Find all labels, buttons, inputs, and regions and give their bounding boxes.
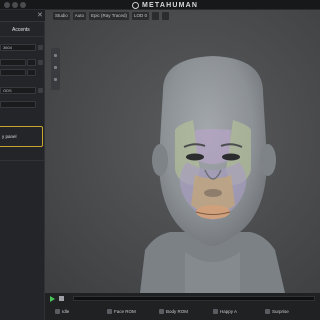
dropdown-action-icon[interactable] bbox=[38, 88, 43, 93]
text-field-2[interactable] bbox=[0, 101, 36, 108]
metahuman-creator-window: METAHUMAN ✕ Accents 3604 ODS y panel Stu… bbox=[0, 0, 320, 320]
window-maximize-icon[interactable] bbox=[20, 2, 26, 8]
lighting-dropdown[interactable]: Studio bbox=[53, 12, 70, 20]
animation-bar: Idle Face ROM Body ROM Happy A Surprise bbox=[45, 293, 320, 320]
title-bar: METAHUMAN bbox=[0, 0, 320, 10]
stop-icon[interactable] bbox=[59, 296, 64, 301]
window-minimize-icon[interactable] bbox=[12, 2, 18, 8]
happy-icon bbox=[213, 308, 218, 314]
dropdown-field[interactable]: ODS bbox=[0, 87, 36, 94]
animation-item[interactable]: Surprise bbox=[265, 307, 289, 315]
value-field-4[interactable] bbox=[27, 69, 36, 76]
field-reset-icon[interactable] bbox=[38, 60, 43, 65]
character-preview bbox=[45, 10, 320, 293]
timeline-track[interactable] bbox=[73, 296, 315, 301]
app-title: METAHUMAN bbox=[142, 2, 199, 9]
app-logo: METAHUMAN bbox=[132, 1, 198, 10]
highlighted-panel-box: y panel bbox=[0, 126, 43, 147]
play-icon[interactable] bbox=[50, 296, 55, 302]
lod-dropdown[interactable]: LOD 0 bbox=[132, 12, 150, 20]
move-tool-icon[interactable] bbox=[54, 66, 57, 69]
value-field-3[interactable] bbox=[0, 69, 26, 76]
animation-item[interactable]: Face ROM bbox=[107, 307, 136, 315]
divider bbox=[0, 36, 45, 37]
left-panel-tabs: Accents bbox=[0, 24, 45, 35]
animation-label: Body ROM bbox=[166, 308, 189, 314]
surprise-icon bbox=[265, 308, 270, 314]
face-rom-icon bbox=[107, 308, 112, 314]
camera-dropdown[interactable]: Auto bbox=[72, 12, 87, 20]
select-tool-icon[interactable] bbox=[54, 54, 57, 57]
panel-label: y panel bbox=[2, 134, 17, 139]
viewport-toolbar: Studio Auto Epic (Ray Traced) LOD 0 bbox=[53, 12, 170, 20]
value-field-1[interactable] bbox=[0, 59, 26, 66]
text-field-1[interactable]: 3604 bbox=[0, 44, 36, 51]
tab-accents[interactable]: Accents bbox=[12, 27, 30, 33]
animation-label: Surprise bbox=[272, 308, 289, 314]
zoom-tool-icon[interactable] bbox=[54, 78, 57, 81]
viewport[interactable]: Studio Auto Epic (Ray Traced) LOD 0 bbox=[45, 10, 320, 293]
animation-label: Happy A bbox=[220, 308, 238, 314]
close-icon[interactable]: ✕ bbox=[37, 12, 43, 19]
animation-item[interactable]: Idle bbox=[55, 307, 69, 315]
animation-label: Idle bbox=[62, 308, 70, 314]
value-field-2[interactable] bbox=[27, 59, 36, 66]
left-panel-header: ✕ bbox=[0, 10, 45, 22]
left-panel: ✕ Accents 3604 ODS y panel bbox=[0, 10, 45, 320]
settings-icon[interactable] bbox=[162, 12, 170, 20]
viewport-tools bbox=[51, 48, 60, 90]
idle-icon bbox=[55, 308, 60, 314]
body-rom-icon bbox=[159, 308, 164, 314]
animation-label: Face ROM bbox=[114, 308, 136, 314]
animation-item[interactable]: Happy A bbox=[213, 307, 237, 315]
metahuman-logo-icon bbox=[132, 2, 139, 9]
window-close-icon[interactable] bbox=[4, 2, 10, 8]
render-quality-dropdown[interactable]: Epic (Ray Traced) bbox=[89, 12, 130, 20]
divider bbox=[0, 160, 45, 161]
screenshot-icon[interactable] bbox=[152, 12, 160, 20]
animation-item[interactable]: Body ROM bbox=[159, 307, 188, 315]
field-action-icon[interactable] bbox=[38, 45, 43, 50]
